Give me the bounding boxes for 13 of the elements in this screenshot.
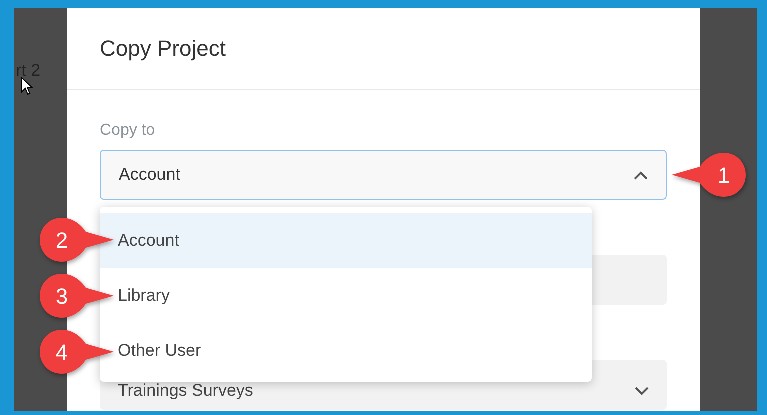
cursor-icon	[21, 77, 33, 96]
copy-to-select[interactable]: Account	[100, 150, 667, 200]
callout-marker: 2	[38, 216, 114, 264]
dropdown-option[interactable]: Other User	[100, 323, 592, 378]
chevron-down-icon	[635, 386, 649, 396]
field-label: Copy to	[100, 121, 156, 141]
chevron-up-icon	[634, 170, 648, 180]
callout-marker: 4	[38, 328, 114, 376]
dropdown-option[interactable]: Library	[100, 268, 592, 323]
callout-marker: 1	[672, 151, 748, 199]
dialog-title: Copy Project	[100, 35, 226, 63]
dropdown-option[interactable]: Account	[100, 213, 592, 268]
callout-marker: 3	[38, 272, 114, 320]
